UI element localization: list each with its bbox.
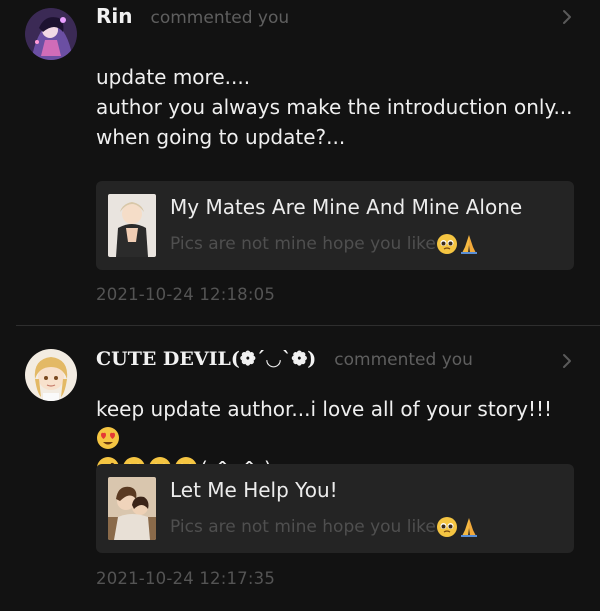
comment-header: Rin commented you <box>96 4 580 28</box>
comment-timestamp: 2021-10-24 12:18:05 <box>96 285 276 304</box>
comment-header: CUTE DEVIL(❁´◡`❁) commented you <box>96 348 580 370</box>
story-card[interactable]: Let Me Help You! Pics are not mine hope … <box>96 464 574 553</box>
anime-avatar-blonde-icon <box>25 349 77 401</box>
user-avatar[interactable] <box>25 349 77 401</box>
comment-body: update more.... author you always make t… <box>96 62 580 152</box>
comment-timestamp: 2021-10-24 12:17:35 <box>96 569 276 588</box>
anime-avatar-purple-icon <box>25 8 77 60</box>
comment-action-text: commented you <box>334 350 473 370</box>
comment-line: update more.... <box>96 65 251 89</box>
story-thumbnail <box>108 477 156 540</box>
story-cover-image-icon <box>108 477 156 540</box>
chevron-right-icon[interactable] <box>562 353 572 369</box>
pleading-face-icon <box>436 233 458 255</box>
story-card[interactable]: My Mates Are Mine And Mine Alone Pics ar… <box>96 181 574 270</box>
comment-action-text: commented you <box>150 8 290 28</box>
username[interactable]: Rin <box>96 4 133 28</box>
folded-hands-icon <box>458 516 480 538</box>
comment-line: author you always make the introduction … <box>96 95 573 119</box>
story-subtitle-text: Pics are not mine hope you like <box>170 517 436 537</box>
user-avatar[interactable] <box>25 8 77 60</box>
story-thumbnail <box>108 194 156 257</box>
chevron-right-icon[interactable] <box>562 9 572 25</box>
comment-line-text: keep update author...i love all of your … <box>96 397 553 421</box>
story-subtitle: Pics are not mine hope you like <box>170 233 480 255</box>
username[interactable]: CUTE DEVIL(❁´◡`❁) <box>96 348 316 370</box>
story-title: My Mates Are Mine And Mine Alone <box>170 195 523 219</box>
comment-item[interactable]: CUTE DEVIL(❁´◡`❁) commented you keep upd… <box>0 326 600 611</box>
folded-hands-icon <box>458 233 480 255</box>
story-title: Let Me Help You! <box>170 478 338 502</box>
comment-line: keep update author...i love all of your … <box>96 394 580 454</box>
story-cover-image-icon <box>108 194 156 257</box>
comment-line: when going to update?... <box>96 125 346 149</box>
story-subtitle-text: Pics are not mine hope you like <box>170 234 436 254</box>
pleading-face-icon <box>436 516 458 538</box>
heart-eyes-face-icon <box>96 426 120 450</box>
story-subtitle: Pics are not mine hope you like <box>170 516 480 538</box>
comment-item[interactable]: Rin commented you update more.... author… <box>0 0 600 326</box>
